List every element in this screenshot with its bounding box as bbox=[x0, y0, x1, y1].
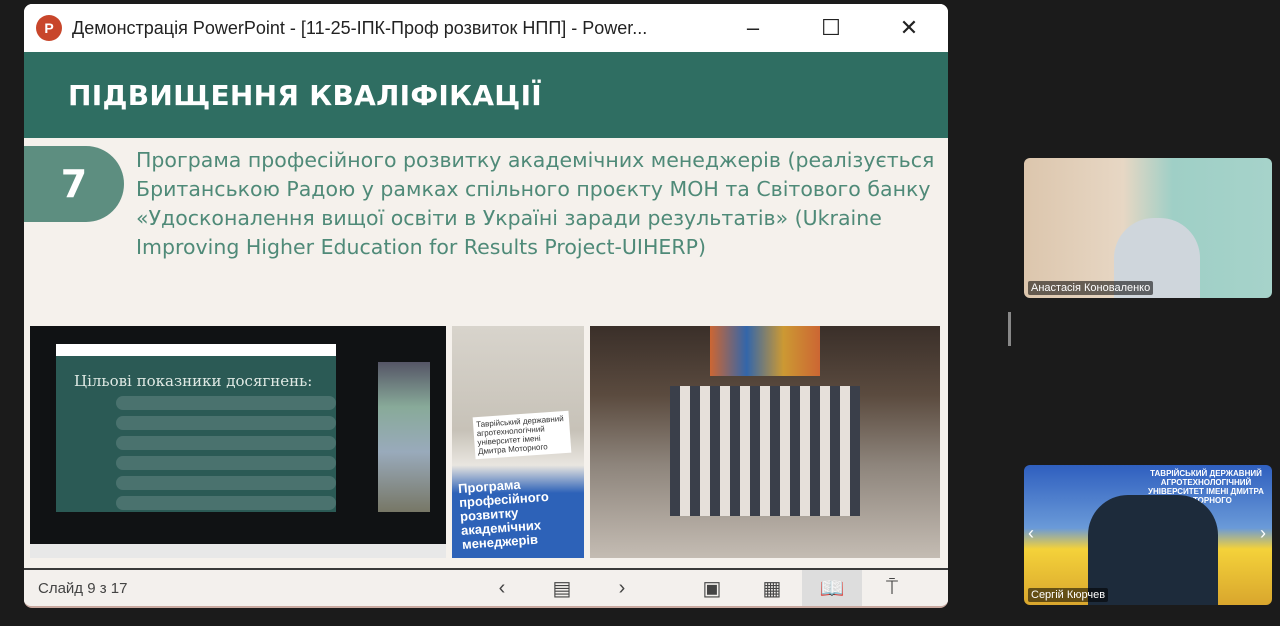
slide-title: ПІДВИЩЕННЯ КВАЛІФІКАЦІЇ bbox=[68, 78, 543, 112]
normal-view-icon[interactable]: ▣ bbox=[682, 570, 742, 606]
group-photo bbox=[590, 326, 940, 558]
item-number: 7 bbox=[24, 146, 124, 222]
powerpoint-icon: P bbox=[36, 15, 62, 41]
minimize-button[interactable]: – bbox=[714, 15, 792, 41]
slide-counter: Слайд 9 з 17 bbox=[38, 579, 128, 597]
program-description: Програма професійного розвитку академічн… bbox=[136, 148, 935, 259]
participant-video-tile[interactable]: Анастасія Коноваленко bbox=[1024, 158, 1272, 298]
powerpoint-window: P Демонстрація PowerPoint - [11-25-ІПК-П… bbox=[24, 4, 948, 608]
previous-slide-button[interactable]: ‹ bbox=[472, 570, 532, 606]
slide-header: ПІДВИЩЕННЯ КВАЛІФІКАЦІЇ bbox=[24, 52, 948, 138]
program-banner: Програма професійного розвитку академічн… bbox=[457, 476, 550, 552]
close-button[interactable]: ✕ bbox=[870, 15, 948, 41]
university-sign: Таврійський державний агротехнологічний … bbox=[472, 410, 572, 460]
status-bar: Слайд 9 з 17 ‹ ▤ › ▣ ▦ 📖 ⍑ bbox=[24, 568, 948, 606]
slide-sorter-icon[interactable]: ▦ bbox=[742, 570, 802, 606]
meeting-toolbar bbox=[0, 612, 1280, 626]
chevron-left-icon[interactable]: ‹ bbox=[1028, 523, 1034, 544]
chevron-right-icon[interactable]: › bbox=[1260, 523, 1266, 544]
slide-content: 7 Програма професійного розвитку академі… bbox=[24, 138, 948, 570]
embedded-slide-title: Цільові показники досягнень: bbox=[74, 372, 313, 390]
participant-name: Сергій Кюрчев bbox=[1028, 588, 1109, 602]
participant-name: Анастасія Коноваленко bbox=[1028, 281, 1154, 295]
slideshow-icon[interactable]: ⍑ bbox=[862, 570, 922, 606]
scrollbar-handle[interactable] bbox=[1008, 312, 1011, 346]
notes-icon[interactable]: ▤ bbox=[532, 570, 592, 606]
maximize-button[interactable]: ☐ bbox=[792, 15, 870, 41]
window-title: Демонстрація PowerPoint - [11-25-ІПК-Про… bbox=[72, 17, 648, 38]
screenshot-photo: Цільові показники досягнень: bbox=[30, 326, 446, 558]
embedded-slide: Цільові показники досягнень: bbox=[56, 344, 336, 512]
next-slide-button[interactable]: › bbox=[592, 570, 652, 606]
reading-view-icon[interactable]: 📖 bbox=[802, 570, 862, 606]
banner-photo: Таврійський державний агротехнологічний … bbox=[452, 326, 584, 558]
title-bar: P Демонстрація PowerPoint - [11-25-ІПК-П… bbox=[24, 4, 948, 52]
participant-video-tile[interactable]: ТАВРІЙСЬКИЙ ДЕРЖАВНИЙ АГРОТЕХНОЛОГІЧНИЙ … bbox=[1024, 465, 1272, 605]
